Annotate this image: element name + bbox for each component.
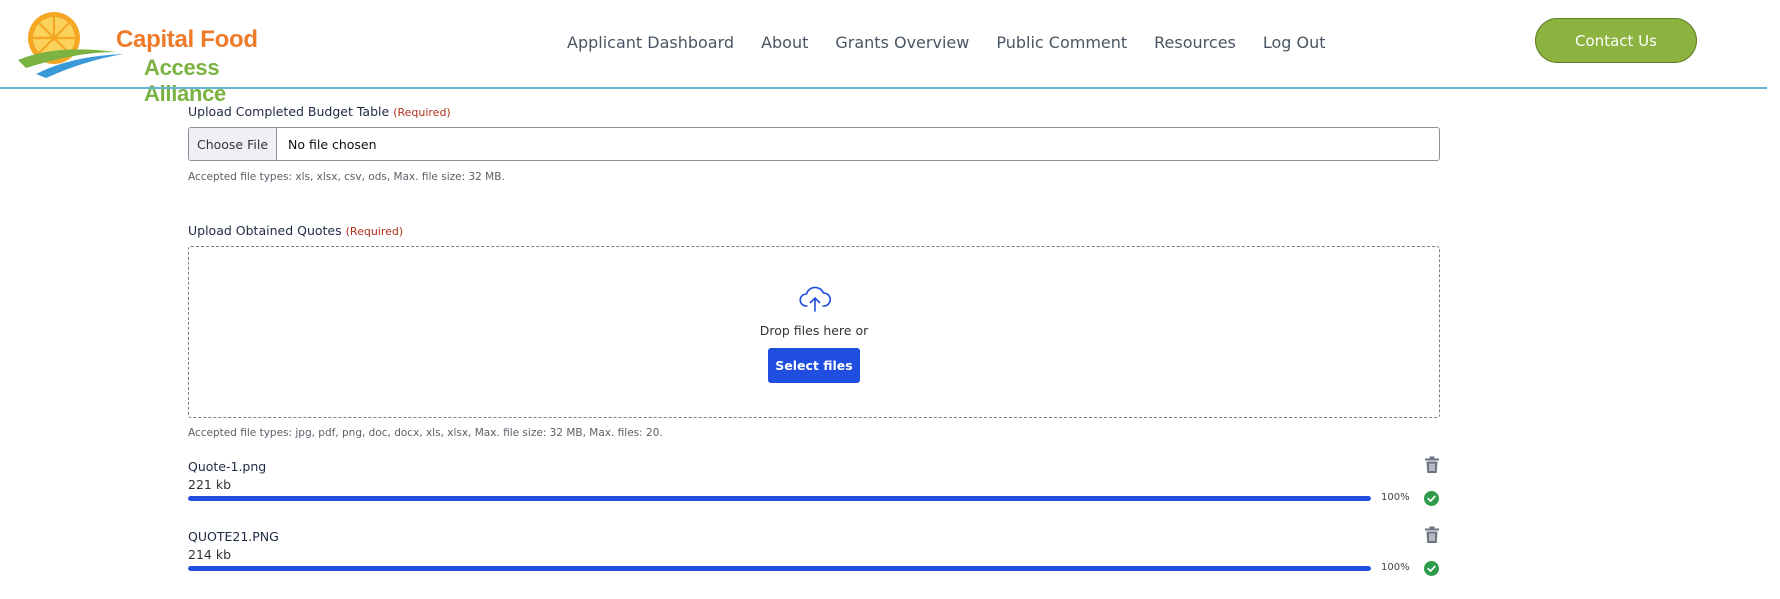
budget-upload-label: Upload Completed Budget Table (Required) bbox=[188, 104, 451, 119]
cloud-upload-icon bbox=[799, 286, 831, 312]
quotes-dropzone[interactable]: Drop files here or Select files bbox=[188, 246, 1440, 418]
required-marker: (Required) bbox=[393, 106, 451, 119]
uploaded-file-size: 214 kb bbox=[188, 547, 232, 562]
upload-percent: 100% bbox=[1381, 562, 1410, 573]
uploaded-file-row: QUOTE21.PNG 214 kb 100% bbox=[188, 526, 1440, 589]
nav-resources[interactable]: Resources bbox=[1154, 33, 1236, 52]
budget-upload-label-text: Upload Completed Budget Table bbox=[188, 104, 390, 119]
upload-progress-bar bbox=[188, 566, 1371, 571]
uploaded-file-row: Quote-1.png 221 kb 100% bbox=[188, 456, 1440, 519]
trash-icon[interactable] bbox=[1424, 456, 1440, 474]
budget-help-text: Accepted file types: xls, xlsx, csv, ods… bbox=[188, 171, 505, 183]
nav-applicant-dashboard[interactable]: Applicant Dashboard bbox=[567, 33, 734, 52]
check-circle-icon bbox=[1424, 561, 1439, 576]
orange-slice-logo-icon bbox=[18, 12, 124, 78]
uploaded-file-size: 221 kb bbox=[188, 477, 232, 492]
nav-grants-overview[interactable]: Grants Overview bbox=[835, 33, 969, 52]
trash-icon[interactable] bbox=[1424, 526, 1440, 544]
check-circle-icon bbox=[1424, 491, 1439, 506]
upload-percent: 100% bbox=[1381, 492, 1410, 503]
file-status-text: No file chosen bbox=[288, 136, 377, 152]
quotes-upload-label-text: Upload Obtained Quotes bbox=[188, 223, 342, 238]
nav-about[interactable]: About bbox=[761, 33, 808, 52]
logo-title-line1: Capital Food bbox=[116, 26, 258, 53]
uploaded-file-name: QUOTE21.PNG bbox=[188, 529, 279, 544]
quotes-help-text: Accepted file types: jpg, pdf, png, doc,… bbox=[188, 427, 663, 439]
nav-log-out[interactable]: Log Out bbox=[1263, 33, 1326, 52]
budget-file-input[interactable]: Choose File No file chosen bbox=[188, 127, 1440, 161]
site-header: Capital Food Access Alliance Applicant D… bbox=[0, 0, 1780, 106]
upload-progress-fill bbox=[188, 566, 1371, 571]
site-logo[interactable]: Capital Food Access Alliance bbox=[16, 8, 276, 106]
upload-progress-bar bbox=[188, 496, 1371, 501]
required-marker: (Required) bbox=[345, 225, 404, 238]
select-files-button[interactable]: Select files bbox=[768, 348, 860, 383]
drop-files-text: Drop files here or bbox=[759, 323, 869, 338]
uploaded-file-name: Quote-1.png bbox=[188, 459, 267, 474]
choose-file-button[interactable]: Choose File bbox=[189, 128, 277, 160]
upload-progress-fill bbox=[188, 496, 1371, 501]
nav-public-comment[interactable]: Public Comment bbox=[996, 33, 1127, 52]
main-nav: Applicant Dashboard About Grants Overvie… bbox=[567, 33, 1353, 52]
header-divider bbox=[0, 87, 1767, 89]
quotes-upload-label: Upload Obtained Quotes (Required) bbox=[188, 223, 403, 238]
logo-title-line2: Access Alliance bbox=[144, 55, 226, 106]
contact-us-button[interactable]: Contact Us bbox=[1535, 18, 1697, 63]
